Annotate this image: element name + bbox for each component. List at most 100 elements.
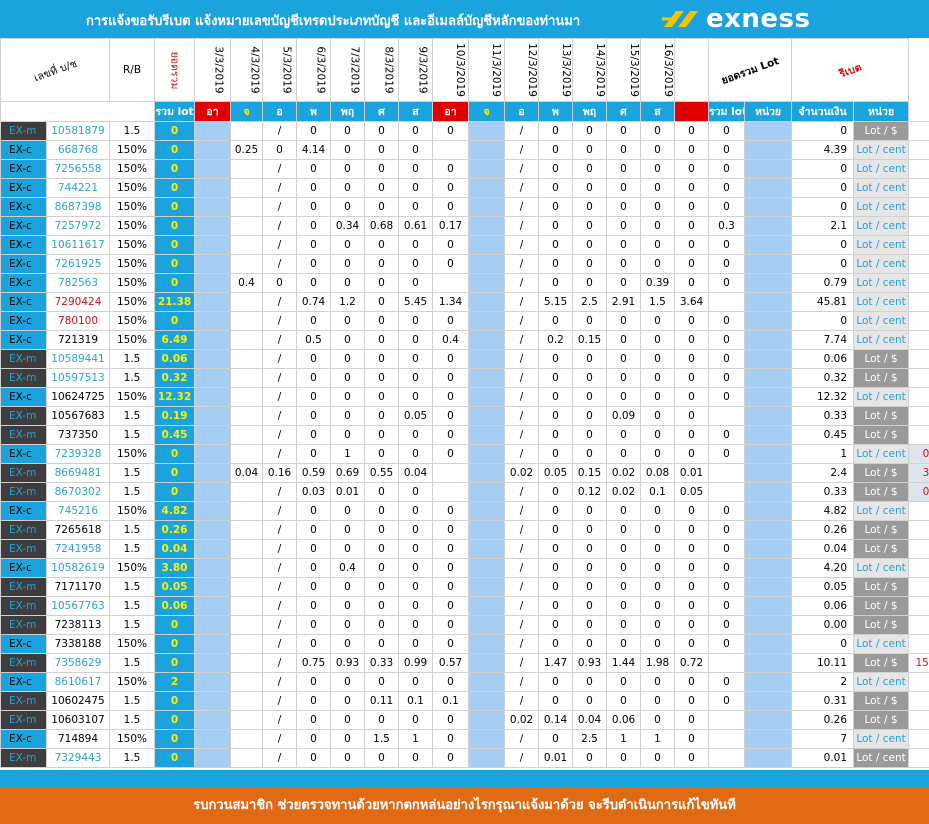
gap-cell: [194, 216, 232, 236]
week2-value-cell: 0: [640, 558, 676, 578]
unit-cell: Lot / cent: [853, 729, 910, 749]
week1-value-cell: 0: [432, 349, 470, 369]
week1-value-cell: 0: [296, 216, 332, 236]
table-row: EX-m 10567683 1.5 0.19/0 0 0 0.05 0/0 0 0.09 0 0 0.3…: [0, 406, 929, 426]
gap-cell: [468, 235, 506, 255]
week2-value-cell: 0: [572, 368, 608, 388]
gap-cell: [468, 729, 506, 749]
table-row: EX-c 8610617 150% 2/0 0 0 0 0/0 0 0 0 0 0 2 Lot / cent…: [0, 672, 929, 692]
account-number-cell: 668768: [45, 140, 111, 160]
table-row: EX-c 7257972 150% 0/0 0.34 0.68 0.61 0.17/0 0 0 0 0…: [0, 216, 929, 236]
table-row: EX-c 668768 150% 0 0.25 0 4.14 0 0 0/0 0 0 0 0 0 4.39 Lo…: [0, 140, 929, 160]
week1-value-cell: 0: [330, 501, 366, 521]
week1-value-cell: 0: [330, 121, 366, 141]
week1-value-cell: [230, 596, 264, 616]
week1-value-cell: 0.61: [398, 216, 434, 236]
bottom-strip: [0, 770, 929, 788]
week2-value-cell: 0: [674, 406, 710, 426]
account-type-cell: EX-m: [0, 349, 47, 369]
week2-value-cell: 0: [606, 634, 642, 654]
lot-total-cell: 12.32: [154, 387, 196, 407]
sum-lot-header: ยอดรวม Lot: [708, 38, 793, 102]
week2-value-cell: 0: [606, 425, 642, 445]
lot-total-cell: 0: [154, 653, 196, 673]
week1-value-cell: 0: [330, 539, 366, 559]
lot-total-cell: 0: [154, 311, 196, 331]
account-number-cell: 721319: [45, 330, 111, 350]
gap-cell: [468, 273, 506, 293]
account-type-cell: EX-m: [0, 425, 47, 445]
week2-value-cell: 0: [538, 273, 574, 293]
week2-value-cell: 0: [674, 197, 710, 217]
week2-value-cell: 0: [708, 615, 746, 635]
week2-value-cell: 0.02: [606, 482, 642, 502]
week2-value-cell: 0: [674, 159, 710, 179]
week1-value-cell: 0: [432, 197, 470, 217]
week1-value-cell: 0: [364, 368, 400, 388]
week1-value-cell: 0.74: [296, 292, 332, 312]
week1-value-cell: /: [262, 235, 298, 255]
week2-value-cell: 0: [708, 178, 746, 198]
week1-value-cell: 0: [364, 273, 400, 293]
week2-value-cell: 0: [606, 254, 642, 274]
sum-lot-cell: 2: [791, 672, 855, 692]
week1-value-cell: 0: [296, 406, 332, 426]
week1-value-cell: 0: [296, 235, 332, 255]
week1-value-cell: 0: [364, 501, 400, 521]
date-header-3: 5/3/2019: [262, 38, 298, 102]
unit-cell: Lot / cent: [853, 235, 910, 255]
week2-value-cell: 0.04: [572, 710, 608, 730]
gap-cell: [468, 121, 506, 141]
amount-cell: [908, 254, 929, 274]
week1-value-cell: 0: [398, 273, 434, 293]
gap-cell: [468, 444, 506, 464]
unit-cell: Lot / cent: [853, 197, 910, 217]
week2-value-cell: 0: [708, 691, 746, 711]
gap-cell: [194, 330, 232, 350]
week1-value-cell: /: [262, 254, 298, 274]
week1-value-cell: 0: [432, 596, 470, 616]
week2-value-cell: 0: [572, 444, 608, 464]
week2-value-cell: /: [504, 729, 540, 749]
rb-cell: 1.5: [109, 539, 156, 559]
account-type-cell: EX-m: [0, 406, 47, 426]
week2-value-cell: 0: [572, 539, 608, 559]
lot-total-cell: 0: [154, 710, 196, 730]
rb-cell: 1.5: [109, 368, 156, 388]
week2-value-cell: 0: [572, 273, 608, 293]
amount-cell: -: [908, 729, 929, 749]
week1-value-cell: 0: [432, 311, 470, 331]
week2-value-cell: 0: [572, 615, 608, 635]
week1-value-cell: 0.93: [330, 653, 366, 673]
week1-value-cell: 0: [330, 520, 366, 540]
week1-value-cell: 0.4: [230, 273, 264, 293]
gap-cell: [468, 178, 506, 198]
gap-cell: [744, 710, 793, 730]
rb-cell: 1.5: [109, 482, 156, 502]
week2-value-cell: /: [504, 197, 540, 217]
week2-value-cell: 0.15: [572, 330, 608, 350]
week2-value-cell: 0: [674, 710, 710, 730]
week1-value-cell: [230, 178, 264, 198]
sum-lot-cell: 0: [791, 634, 855, 654]
account-number-cell: 10624725: [45, 387, 111, 407]
account-type-cell: EX-m: [0, 539, 47, 559]
week1-value-cell: 0: [398, 558, 434, 578]
week2-value-cell: 0: [538, 672, 574, 692]
day-header-row: รวม lot อา จ อ พ พฤ ศ ส อา จ อ พ พฤ ศ ส …: [0, 101, 929, 122]
week1-value-cell: 0: [398, 140, 434, 160]
account-number-cell: 780100: [45, 311, 111, 331]
account-type-cell: EX-c: [0, 444, 47, 464]
week2-value-cell: 0.12: [572, 482, 608, 502]
week2-value-cell: 0: [640, 349, 676, 369]
week1-value-cell: 0: [364, 254, 400, 274]
week2-value-cell: 0: [538, 482, 574, 502]
week2-value-cell: /: [504, 444, 540, 464]
week2-value-cell: 0: [572, 121, 608, 141]
week1-value-cell: /: [262, 577, 298, 597]
week1-value-cell: 0.04: [398, 463, 434, 483]
week1-value-cell: 0: [364, 634, 400, 654]
lot-total-cell: 0: [154, 444, 196, 464]
week1-value-cell: 1.5: [364, 729, 400, 749]
unit-cell: Lot / cent: [853, 311, 910, 331]
